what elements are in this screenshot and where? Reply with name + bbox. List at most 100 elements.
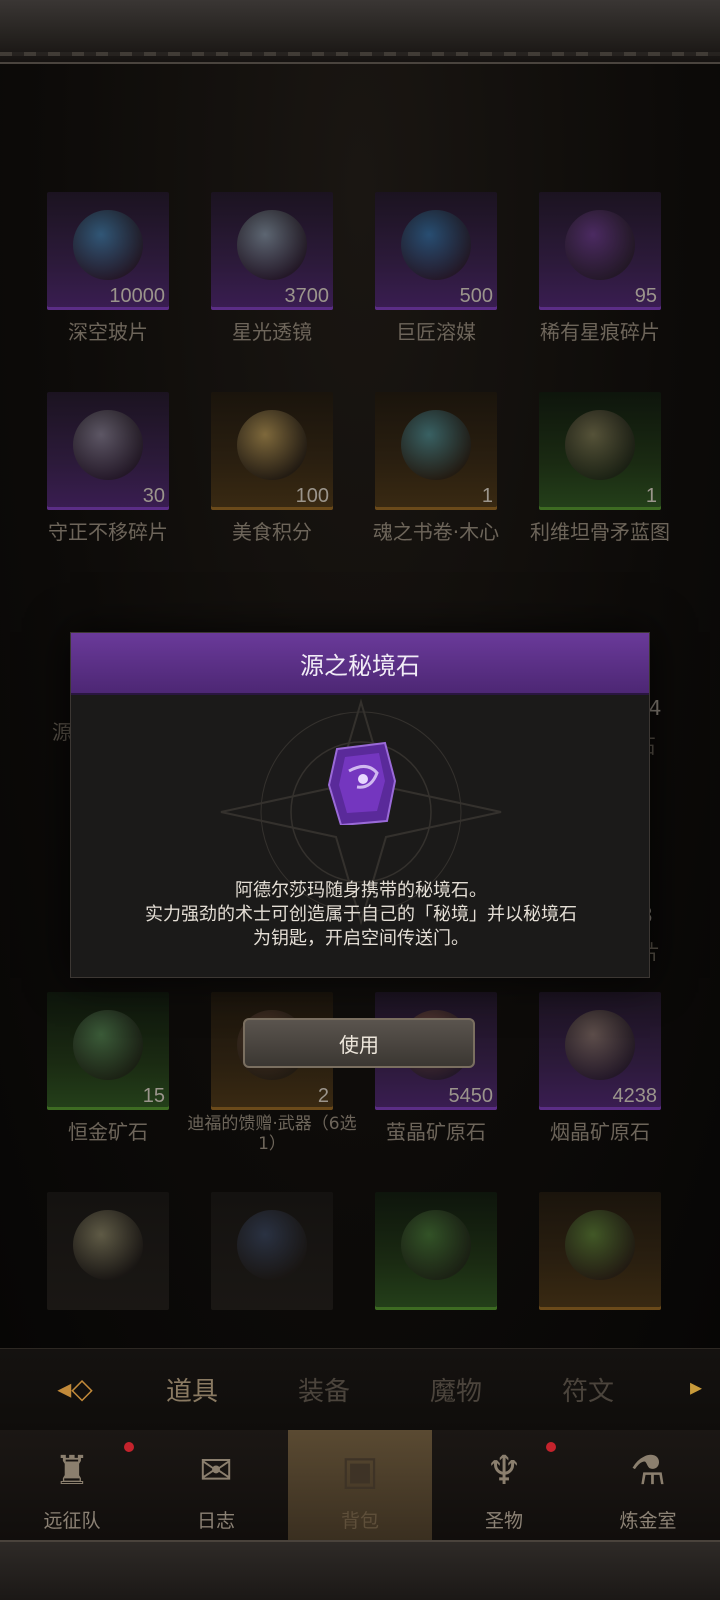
- item-icon: [401, 410, 471, 480]
- item-icon: [401, 1210, 471, 1280]
- nav-alchemy[interactable]: ⚗ 炼金室: [576, 1430, 720, 1540]
- description-line: 实力强劲的术士可创造属于自己的「秘境」并以秘境石: [145, 904, 577, 925]
- item-slot: [375, 1192, 497, 1310]
- bag-icon: ▣: [341, 1448, 379, 1494]
- nav-label: 日志: [196, 1510, 235, 1532]
- item-name: 烟晶矿原石: [550, 1120, 650, 1144]
- item-quantity: 5450: [448, 1085, 494, 1107]
- item-slot: [539, 1192, 661, 1310]
- item-quantity: 3700: [284, 285, 330, 307]
- nav-label: 炼金室: [619, 1510, 677, 1532]
- item-quantity: 500: [459, 285, 493, 307]
- item-icon: [73, 1210, 143, 1280]
- tab-monsters[interactable]: 魔物: [406, 1371, 506, 1408]
- item-name: 守正不移碎片: [48, 520, 168, 544]
- item-icon: [73, 210, 143, 280]
- item-icon: [565, 1210, 635, 1280]
- item-icon: [565, 1010, 635, 1080]
- item-quantity: 10000: [109, 285, 165, 307]
- item-name: 魂之书卷·木心: [372, 520, 500, 544]
- item-icon: [73, 410, 143, 480]
- item-name: 稀有星痕碎片: [540, 320, 660, 344]
- item-description: 阿德尔莎玛随身携带的秘境石。 实力强劲的术士可创造属于自己的「秘境」并以秘境石 …: [71, 879, 651, 951]
- helmet-icon: ♜: [54, 1448, 90, 1494]
- category-tab-bar: ◂◇ 道具 装备 魔物 符文 ▸: [0, 1348, 720, 1430]
- item-slot: 10000: [47, 192, 169, 310]
- alchemy-icon: ⚗: [630, 1448, 666, 1494]
- item-name: 星光透镜: [232, 320, 312, 344]
- chevron-right-icon[interactable]: ▸: [690, 1373, 714, 1403]
- item-icon: [401, 210, 471, 280]
- inventory-item[interactable]: 500 巨匠溶媒: [348, 192, 498, 392]
- nav-bag[interactable]: ▣ 背包: [288, 1430, 432, 1540]
- item-icon: [237, 410, 307, 480]
- item-quantity: 100: [295, 485, 329, 507]
- item-slot: 500: [375, 192, 497, 310]
- notification-dot: [124, 1442, 134, 1452]
- inventory-item[interactable]: 1 魂之书卷·木心: [348, 392, 499, 592]
- nav-journal[interactable]: ✉ 日志: [144, 1430, 288, 1540]
- nav-label: 圣物: [484, 1510, 523, 1532]
- item-icon: [565, 410, 635, 480]
- nav-label: 远征队: [43, 1510, 101, 1532]
- item-slot: 30: [47, 392, 169, 510]
- item-quantity: 2: [317, 1085, 329, 1107]
- modal-header: 源之秘境石: [71, 633, 649, 695]
- bottom-navigation: ♜ 远征队 ✉ 日志 ▣ 背包 ♆ 圣物 ⚗ 炼金室: [0, 1430, 720, 1540]
- bottom-frame: [0, 1540, 720, 1600]
- item-icon: [237, 210, 307, 280]
- description-line: 为钥匙，开启空间传送门。: [253, 928, 469, 949]
- item-slot: 4238: [539, 992, 661, 1110]
- item-slot: [47, 1192, 169, 1310]
- chalice-icon: ♆: [486, 1448, 522, 1494]
- item-name: 利维坦骨矛蓝图: [530, 520, 670, 544]
- nav-label: 背包: [340, 1510, 379, 1532]
- inventory-item[interactable]: 100 美食积分: [184, 392, 334, 592]
- item-name: 萤晶矿原石: [386, 1120, 486, 1144]
- inventory-item[interactable]: 30 守正不移碎片: [20, 392, 170, 592]
- item-name: 美食积分: [232, 520, 312, 544]
- modal-title: 源之秘境石: [300, 651, 420, 680]
- nav-relics[interactable]: ♆ 圣物: [432, 1430, 576, 1540]
- item-icon: [237, 1210, 307, 1280]
- item-slot: [211, 1192, 333, 1310]
- secret-realm-stone-icon: [327, 741, 397, 825]
- item-detail-modal: 源之秘境石 阿德尔莎玛随身携带的秘境石。 实力强劲的术士可创造属于自己的「秘境」…: [70, 632, 650, 978]
- item-quantity: 1: [645, 485, 657, 507]
- tab-items[interactable]: 道具: [142, 1371, 242, 1408]
- nav-expedition[interactable]: ♜ 远征队: [0, 1430, 144, 1540]
- item-name: 巨匠溶媒: [396, 320, 476, 344]
- scroll-icon: ✉: [199, 1448, 233, 1494]
- item-slot: 15: [47, 992, 169, 1110]
- inventory-item[interactable]: 10000 深空玻片: [20, 192, 170, 392]
- item-quantity: 30: [142, 485, 165, 507]
- item-name: 深空玻片: [68, 320, 148, 344]
- inventory-item[interactable]: 15 恒金矿石: [20, 992, 170, 1192]
- item-quantity: 1: [481, 485, 493, 507]
- tab-equipment[interactable]: 装备: [274, 1371, 374, 1408]
- item-slot: 95: [539, 192, 661, 310]
- inventory-item[interactable]: 95 稀有星痕碎片: [512, 192, 662, 392]
- item-slot: 1: [375, 392, 497, 510]
- modal-body: 阿德尔莎玛随身携带的秘境石。 实力强劲的术士可创造属于自己的「秘境」并以秘境石 …: [71, 695, 649, 979]
- item-icon: [73, 1010, 143, 1080]
- tab-runes[interactable]: 符文: [538, 1371, 638, 1408]
- top-frame: [0, 0, 720, 64]
- item-quantity: 95: [634, 285, 657, 307]
- item-quantity: 15: [142, 1085, 165, 1107]
- partial-item-name: 源: [52, 720, 72, 744]
- item-icon: [565, 210, 635, 280]
- inventory-item[interactable]: 3700 星光透镜: [184, 192, 334, 392]
- notification-dot: [546, 1442, 556, 1452]
- description-line: 阿德尔莎玛随身携带的秘境石。: [235, 880, 487, 901]
- inventory-item[interactable]: 1 利维坦骨矛蓝图: [512, 392, 670, 592]
- item-name: 恒金矿石: [68, 1120, 148, 1144]
- inventory-item[interactable]: 4238 烟晶矿原石: [512, 992, 662, 1192]
- item-slot: 100: [211, 392, 333, 510]
- item-name: 迪福的馈赠·武器（6选1）: [187, 1114, 357, 1154]
- item-quantity: 4238: [612, 1085, 658, 1107]
- use-button[interactable]: 使用: [243, 1018, 475, 1068]
- item-slot: 1: [539, 392, 661, 510]
- item-slot: 3700: [211, 192, 333, 310]
- diamond-arrow-icon[interactable]: ◂◇: [40, 1369, 110, 1409]
